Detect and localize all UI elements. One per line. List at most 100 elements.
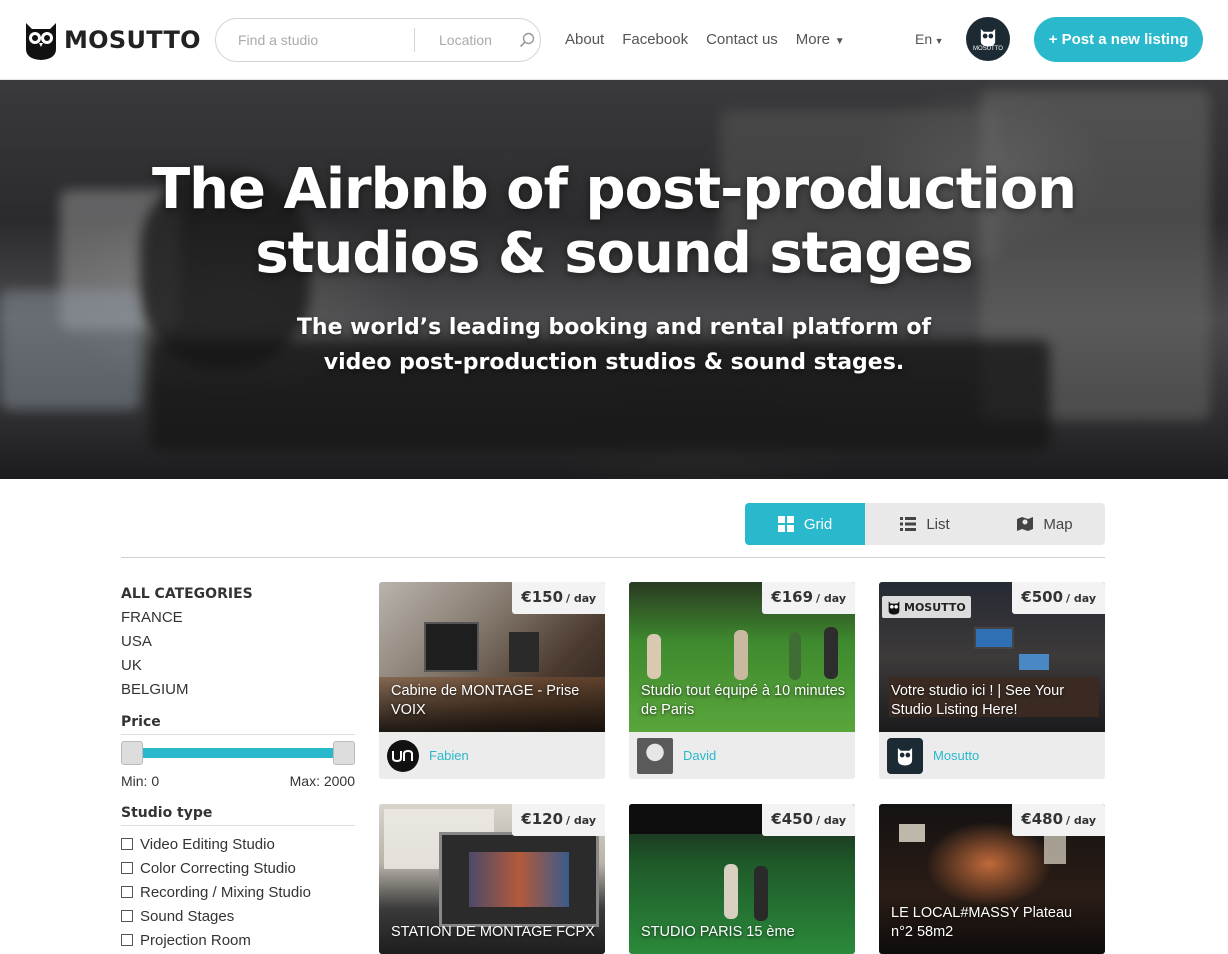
nav-about[interactable]: About: [565, 30, 604, 52]
search-input[interactable]: [238, 32, 414, 48]
image-person-shape: [724, 864, 738, 919]
listing-owner[interactable]: Mosutto: [879, 732, 1105, 779]
owner-avatar[interactable]: [637, 737, 673, 774]
hero-title-line-1: The Airbnb of post-production: [151, 157, 1077, 222]
listing-card[interactable]: €169/ day Studio tout équipé à 10 minute…: [629, 582, 855, 779]
category-belgium[interactable]: BELGIUM: [121, 678, 355, 702]
main-nav: About Facebook Contact us More ▼: [565, 30, 863, 52]
studio-type-color-correcting[interactable]: Color Correcting Studio: [121, 856, 355, 880]
location-input[interactable]: [439, 32, 515, 48]
price-amount: €500: [1021, 588, 1064, 606]
view-map-button[interactable]: Map: [985, 503, 1105, 545]
nav-facebook[interactable]: Facebook: [622, 30, 688, 52]
listing-title: Studio tout équipé à 10 minutes de Paris: [641, 683, 845, 718]
studio-type-video-editing[interactable]: Video Editing Studio: [121, 832, 355, 856]
price-min-handle[interactable]: [121, 741, 143, 765]
nav-more-label: More: [795, 31, 830, 48]
caret-down-icon: ▼: [831, 36, 845, 47]
category-france[interactable]: FRANCE: [121, 606, 355, 630]
listing-card[interactable]: MOSUTTO €500/ day Votre studio ici ! | S…: [879, 582, 1105, 779]
category-uk[interactable]: UK: [121, 654, 355, 678]
listing-image[interactable]: MOSUTTO €500/ day Votre studio ici ! | S…: [879, 582, 1105, 732]
price-tag: €150/ day: [512, 582, 605, 614]
all-categories-link[interactable]: ALL CATEGORIES: [121, 582, 355, 606]
search-icon[interactable]: [519, 32, 535, 48]
listing-image[interactable]: €450/ day STUDIO PARIS 15 ème: [629, 804, 855, 954]
listing-image[interactable]: €150/ day Cabine de MONTAGE - Prise VOIX: [379, 582, 605, 732]
price-range-labels: Min: 0 Max: 2000: [121, 773, 355, 789]
checkbox[interactable]: [121, 934, 133, 946]
image-light-shape: [899, 824, 925, 842]
listing-card[interactable]: €150/ day Cabine de MONTAGE - Prise VOIX…: [379, 582, 605, 779]
price-unit: / day: [816, 592, 846, 605]
owner-name[interactable]: Mosutto: [933, 748, 979, 763]
image-person-shape: [734, 630, 748, 680]
listing-card[interactable]: €450/ day STUDIO PARIS 15 ème: [629, 804, 855, 954]
post-listing-button[interactable]: + Post a new listing: [1034, 17, 1203, 62]
listing-owner[interactable]: Fabien: [379, 732, 605, 779]
view-toggle: Grid List Map: [745, 503, 1105, 545]
price-max-handle[interactable]: [333, 741, 355, 765]
filter-sidebar: ALL CATEGORIES FRANCE USA UK BELGIUM Pri…: [121, 582, 355, 952]
listing-title: Cabine de MONTAGE - Prise VOIX: [391, 683, 580, 718]
price-filter-title: Price: [121, 714, 355, 735]
mosutto-logo[interactable]: MOSUTTO: [22, 18, 201, 62]
top-navigation-bar: MOSUTTO About Facebook Contact us More ▼…: [0, 0, 1228, 80]
listing-card[interactable]: €480/ day LE LOCAL#MASSY Plateau n°2 58m…: [879, 804, 1105, 954]
owner-name[interactable]: Fabien: [429, 748, 469, 763]
list-icon: [900, 517, 917, 531]
price-unit: / day: [1066, 814, 1096, 827]
price-slider-track: [127, 748, 349, 758]
caret-down-icon: ▼: [932, 36, 944, 46]
owl-logo-icon: [888, 600, 900, 615]
listing-image[interactable]: €169/ day Studio tout équipé à 10 minute…: [629, 582, 855, 732]
owner-avatar[interactable]: [887, 737, 923, 774]
price-amount: €120: [521, 810, 564, 828]
checkbox[interactable]: [121, 838, 133, 850]
studio-type-sound-stages[interactable]: Sound Stages: [121, 904, 355, 928]
checkbox-label: Color Correcting Studio: [140, 859, 296, 877]
view-grid-button[interactable]: Grid: [745, 503, 865, 545]
image-speaker-shape: [509, 632, 539, 672]
owner-avatar[interactable]: [387, 739, 419, 772]
view-list-label: List: [926, 515, 950, 533]
section-divider: [121, 557, 1105, 558]
listing-owner[interactable]: David: [629, 732, 855, 779]
price-tag: €450/ day: [762, 804, 855, 836]
price-amount: €450: [771, 810, 814, 828]
studio-type-recording-mixing[interactable]: Recording / Mixing Studio: [121, 880, 355, 904]
listing-image[interactable]: €120/ day STATION DE MONTAGE FCPX: [379, 804, 605, 954]
category-usa[interactable]: USA: [121, 630, 355, 654]
price-unit: / day: [566, 814, 596, 827]
listing-image[interactable]: €480/ day LE LOCAL#MASSY Plateau n°2 58m…: [879, 804, 1105, 954]
price-amount: €480: [1021, 810, 1064, 828]
nav-more-dropdown[interactable]: More ▼: [796, 30, 845, 52]
checkbox[interactable]: [121, 910, 133, 922]
listing-card[interactable]: €120/ day STATION DE MONTAGE FCPX: [379, 804, 605, 954]
checkbox[interactable]: [121, 886, 133, 898]
price-min-label: Min: 0: [121, 773, 160, 789]
owner-name[interactable]: David: [683, 748, 716, 763]
user-avatar[interactable]: MOSUTTO: [966, 17, 1010, 61]
image-monitor-shape: [424, 622, 479, 672]
image-person-shape: [647, 634, 661, 679]
owner-logo-icon: [392, 749, 413, 762]
language-selector[interactable]: En ▼: [915, 31, 944, 47]
listing-title: LE LOCAL#MASSY Plateau n°2 58m2: [891, 905, 1073, 940]
owl-avatar-icon: [980, 28, 996, 47]
view-map-label: Map: [1043, 515, 1073, 533]
image-person-shape: [789, 632, 801, 680]
language-label: En: [915, 31, 933, 47]
price-unit: / day: [1066, 592, 1096, 605]
nav-contact-us[interactable]: Contact us: [706, 30, 778, 52]
studio-type-projection-room[interactable]: Projection Room: [121, 928, 355, 952]
owl-logo-icon: [26, 23, 56, 60]
checkbox[interactable]: [121, 862, 133, 874]
grid-icon: [777, 516, 794, 532]
price-max-label: Max: 2000: [289, 773, 355, 789]
price-amount: €150: [521, 588, 564, 606]
view-list-button[interactable]: List: [865, 503, 985, 545]
avatar-text: MOSUTTO: [973, 45, 1003, 52]
price-range-slider[interactable]: [121, 735, 355, 771]
image-person-shape: [754, 866, 768, 921]
